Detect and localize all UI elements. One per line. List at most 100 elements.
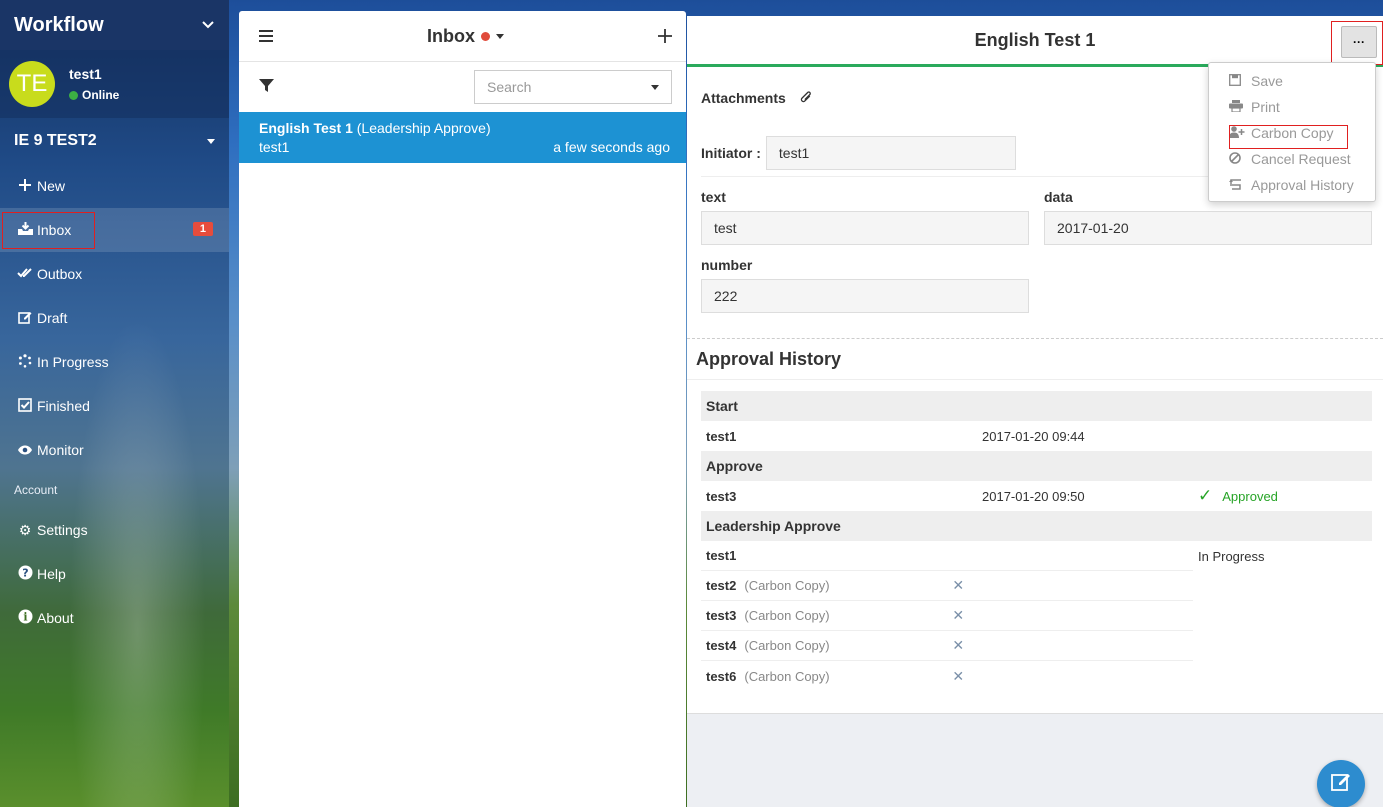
unread-dot-icon [481,31,490,41]
info-icon: i [16,609,34,627]
inbox-panel: Inbox Search English Test 1 (Leadership … [239,11,686,807]
text-field: test [701,211,1029,245]
step-header: Leadership Approve [701,511,1372,541]
message-subject: English Test 1 [259,120,353,136]
sidebar-item-monitor[interactable]: Monitor [0,428,229,472]
cc-tag: (Carbon Copy) [744,638,830,653]
eye-icon [16,442,34,458]
inbox-header: Inbox [239,11,686,62]
cc-user: test2 [706,578,737,593]
highlight-box [1229,125,1348,149]
number-field: 222 [701,279,1029,313]
check-square-icon [16,397,34,415]
sidebar-item-label: New [37,178,66,194]
menu-item-approval-history[interactable]: Approval History [1209,172,1375,198]
svg-text:?: ? [22,567,28,580]
sidebar-item-inbox[interactable]: Inbox 1 [0,208,229,252]
app-title: Workflow [14,13,104,36]
org-name: IE 9 TEST2 [14,132,97,149]
status-label: Approved [1222,488,1278,504]
plus-icon [16,178,34,195]
sidebar-item-label: In Progress [37,354,109,370]
save-icon [1229,73,1251,89]
sidebar-header: Workflow [0,0,229,50]
spinner-icon [16,353,34,371]
close-icon[interactable]: ✕ [952,577,964,594]
menu-item-cancel-request[interactable]: Cancel Request [1209,146,1375,172]
online-status-icon [69,90,78,100]
history-user: test3 [706,488,737,504]
search-input[interactable]: Search [474,70,672,104]
cc-user: test3 [706,608,737,623]
gear-icon: ⚙ [18,521,32,538]
sidebar-item-label: Finished [37,398,90,414]
data-field: 2017-01-20 [1044,211,1372,245]
cc-tag: (Carbon Copy) [744,608,830,623]
chevron-down-icon[interactable] [201,17,215,33]
text-field-group: text test [701,189,1029,245]
approval-history-table: Start test1 2017-01-20 09:44 Approve tes… [701,391,1372,691]
unread-badge: 1 [192,222,213,236]
cc-user: test4 [706,638,737,653]
cc-tag: (Carbon Copy) [744,578,830,593]
check-icon: ✓ [1198,486,1213,505]
table-row: test4 (Carbon Copy) ✕ [701,631,1193,661]
menu-item-label: Approval History [1251,177,1354,193]
close-icon[interactable]: ✕ [952,607,964,624]
more-actions-button[interactable]: ··· [1341,26,1377,58]
search-placeholder: Search [487,79,532,95]
table-row: test3 2017-01-20 09:50 ✓ Approved [701,481,1372,511]
highlight-box [2,212,95,249]
menu-icon[interactable] [259,26,273,47]
close-icon[interactable]: ✕ [952,637,964,654]
inbox-title: Inbox [427,25,475,46]
menu-item-save[interactable]: Save [1209,68,1375,94]
svg-text:i: i [23,611,27,624]
caret-down-icon[interactable] [651,84,659,90]
edit-fab-button[interactable] [1317,760,1365,807]
number-field-label: number [701,257,753,273]
message-title: English Test 1 (Leadership Approve) [259,120,491,136]
table-row: test1 [701,541,1193,571]
sidebar-item-new[interactable]: New [0,164,229,208]
sidebar-item-in-progress[interactable]: In Progress [0,340,229,384]
sidebar-item-finished[interactable]: Finished [0,384,229,428]
number-field-group: number 222 [701,257,1029,313]
message-sender: test1 [259,139,290,155]
page-title: English Test 1 [974,29,1096,50]
user-status: Online [69,88,119,102]
history-icon [1229,178,1251,193]
detail-footer [687,713,1383,807]
approved-status: ✓ Approved [1198,486,1278,506]
sidebar-item-label: Outbox [37,266,83,282]
attachments-label: Attachments [701,90,786,106]
filter-icon[interactable] [259,78,274,96]
user-status-label: Online [82,88,120,102]
edit-icon [16,310,34,327]
list-item[interactable]: English Test 1 (Leadership Approve) test… [239,112,686,163]
sidebar-item-about[interactable]: i About [0,596,229,640]
history-user: test1 [706,548,737,563]
cc-tag: (Carbon Copy) [744,668,830,684]
sidebar-item-settings[interactable]: ⚙ Settings [0,508,229,552]
step-header: Start [701,391,1372,421]
sidebar-item-help[interactable]: ? Help [0,552,229,596]
add-icon[interactable] [658,22,672,50]
text-field-label: text [701,189,726,205]
detail-header: English Test 1 [687,16,1383,67]
double-check-icon [16,266,34,282]
question-icon: ? [16,565,34,583]
org-selector[interactable]: IE 9 TEST2 [0,118,229,164]
user-panel: TE test1 Online [0,50,229,118]
close-icon[interactable]: ✕ [952,668,964,685]
inbox-title-dropdown[interactable]: Inbox [427,26,504,47]
sidebar-item-label: About [37,610,74,626]
avatar[interactable]: TE [9,61,55,107]
paperclip-icon[interactable] [794,88,814,108]
table-row: test1 2017-01-20 09:44 [701,421,1372,451]
sidebar-item-outbox[interactable]: Outbox [0,252,229,296]
menu-item-print[interactable]: Print [1209,94,1375,120]
sidebar-item-draft[interactable]: Draft [0,296,229,340]
section-account-heading: Account [14,483,58,497]
in-progress-status: In Progress [1198,549,1265,564]
